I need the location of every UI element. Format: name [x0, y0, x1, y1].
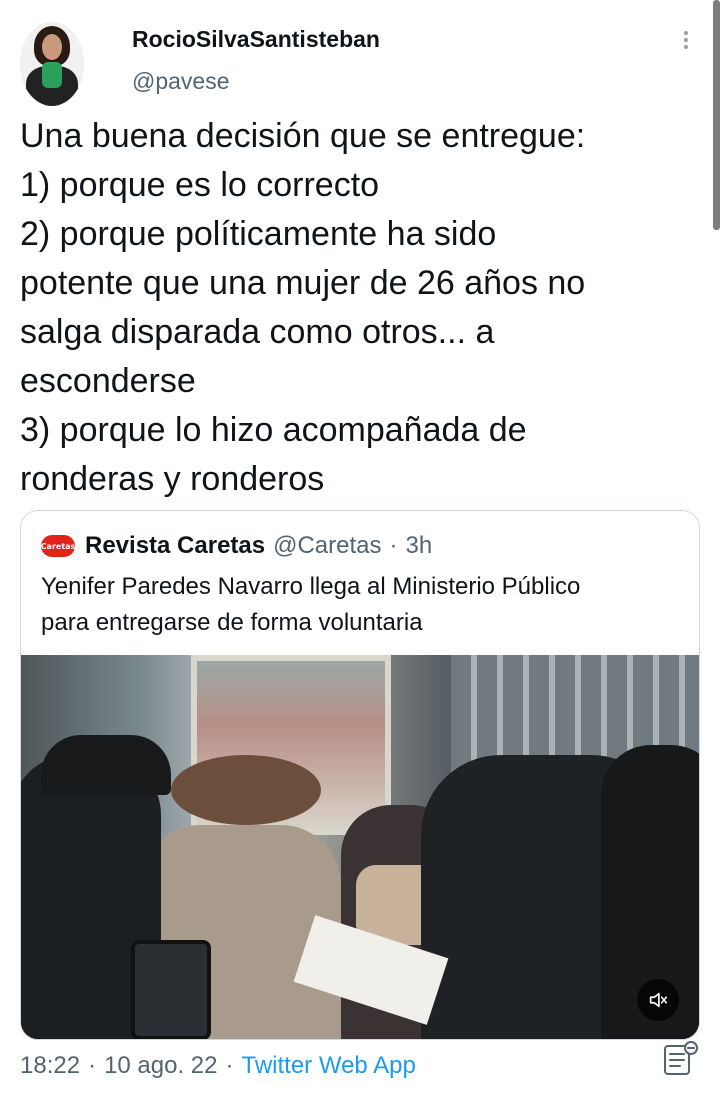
tweet-text: Una buena decisión que se entregue: 1) p… — [20, 112, 700, 504]
quoted-separator: · — [389, 532, 398, 559]
tweet-line: salga disparada como otros... a — [20, 313, 495, 351]
quoted-line: para entregarse de forma voluntaria — [41, 609, 423, 636]
tweet-time[interactable]: 18:22 — [20, 1052, 80, 1080]
quoted-tweet-text: Yenifer Paredes Navarro llega al Ministe… — [41, 569, 681, 641]
quoted-timestamp: 3h — [405, 532, 433, 559]
tweet-line: esconderse — [20, 362, 196, 400]
video-phone — [131, 940, 211, 1039]
tweet-source-link[interactable]: Twitter Web App — [242, 1052, 416, 1080]
video-cap — [41, 735, 171, 795]
author-handle[interactable]: @pavese — [132, 68, 230, 95]
avatar-face — [42, 34, 62, 60]
tweet-line: ronderas y ronderos — [20, 460, 325, 498]
tweet-line: 2) porque políticamente ha sido — [20, 215, 497, 253]
video-hat — [171, 755, 321, 825]
quoted-handle: @Caretas — [273, 532, 382, 559]
footer-separator: · — [225, 1052, 234, 1079]
tweet-line: Una buena decisión que se entregue: — [20, 117, 586, 155]
avatar[interactable] — [20, 22, 84, 106]
more-options-icon[interactable] — [678, 28, 694, 54]
tweet-line: 1) porque es lo correcto — [20, 166, 380, 204]
quoted-tweet-header: Caretas Revista Caretas @Caretas · 3h — [41, 531, 433, 561]
quoted-video[interactable] — [21, 655, 699, 1039]
quoted-display-name: Revista Caretas — [85, 532, 266, 559]
analytics-icon[interactable] — [660, 1038, 700, 1078]
tweet-footer: 18:22 · 10 ago. 22 · Twitter Web App — [20, 1048, 416, 1084]
mute-icon — [649, 992, 668, 1008]
caretas-logo: Caretas — [41, 535, 75, 557]
quoted-line: Yenifer Paredes Navarro llega al Ministe… — [41, 573, 581, 600]
scrollbar[interactable] — [713, 0, 720, 230]
tweet-line: 3) porque lo hizo acompañada de — [20, 411, 527, 449]
mute-button[interactable] — [637, 979, 679, 1021]
avatar-scarf — [42, 62, 62, 88]
tweet-date[interactable]: 10 ago. 22 — [104, 1052, 217, 1080]
author-display-name[interactable]: RocioSilvaSantisteban — [132, 26, 380, 53]
quoted-tweet-card[interactable]: Caretas Revista Caretas @Caretas · 3h Ye… — [20, 510, 700, 1040]
tweet-header: RocioSilvaSantisteban @pavese — [0, 0, 720, 110]
footer-separator: · — [88, 1052, 97, 1079]
tweet-line: potente que una mujer de 26 años no — [20, 264, 586, 302]
